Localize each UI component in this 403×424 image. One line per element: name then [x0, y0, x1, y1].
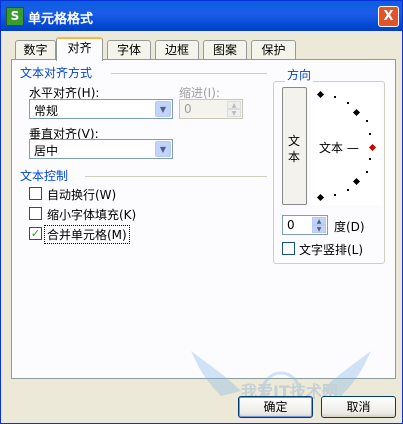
tab-font[interactable]: 字体 [107, 40, 151, 59]
orientation-group-label: 方向 [285, 66, 314, 83]
dial-minor-tick [369, 158, 371, 160]
dial-minor-tick [334, 96, 336, 98]
horizontal-align-select[interactable]: 常规 ▼ [29, 99, 173, 119]
text-control-group-divider [85, 176, 267, 177]
tab-alignment[interactable]: 对齐 [56, 37, 103, 61]
dial-minor-tick [334, 194, 336, 196]
wrap-text-label[interactable]: 自动换行(W) [47, 186, 116, 203]
dial-text: 文本 — [319, 141, 359, 155]
app-icon: S [6, 7, 24, 26]
merge-cells-label[interactable]: 合并单元格(M) [44, 225, 130, 244]
dial-minor-tick [347, 102, 349, 104]
degrees-value: 0 [287, 218, 295, 232]
indent-value: 0 [184, 102, 192, 116]
dial-major-tick [316, 193, 325, 202]
dial-minor-tick [366, 171, 368, 173]
title-bar[interactable]: S 单元格格式 X [1, 1, 402, 31]
degrees-stepper[interactable]: 0 ▲ ▼ [282, 215, 328, 235]
tab-border[interactable]: 边框 [155, 40, 199, 59]
spin-up-icon[interactable]: ▲ [312, 217, 326, 225]
chevron-down-icon[interactable]: ▼ [155, 101, 171, 117]
dial-marker[interactable] [368, 143, 377, 152]
vertical-text-char: 本 [288, 150, 301, 164]
dial-minor-tick [366, 120, 368, 122]
window-title: 单元格格式 [28, 12, 94, 27]
tab-number[interactable]: 数字 [15, 40, 56, 59]
spin-up-icon: ▲ [227, 101, 241, 109]
degrees-label: 度(D) [334, 220, 365, 234]
text-control-group-label: 文本控制 [20, 169, 69, 183]
orientation-dial[interactable]: 文本 — [311, 87, 381, 205]
shrink-to-fit-checkbox[interactable] [29, 207, 42, 220]
dial-minor-tick [347, 189, 349, 191]
indent-stepper: 0 ▲ ▼ [179, 99, 243, 119]
dial-minor-tick [369, 133, 371, 135]
tab-protection[interactable]: 保护 [251, 40, 296, 59]
dial-major-tick [352, 108, 361, 117]
dial-major-tick [352, 177, 361, 186]
cancel-button[interactable]: 取消 [321, 396, 396, 418]
horizontal-align-value: 常规 [34, 104, 59, 118]
dial-major-tick [316, 90, 325, 99]
vertical-arrange-label[interactable]: 文字竖排(L) [299, 241, 363, 258]
alignment-group-divider [111, 73, 267, 74]
wrap-text-checkbox[interactable] [29, 187, 42, 200]
merge-cells-checkbox[interactable]: ✓ [29, 227, 42, 240]
spin-down-icon: ▼ [227, 109, 241, 117]
format-cells-dialog: S 单元格格式 X 数字 对齐 字体 边框 图案 保护 文本对齐方式 水平对齐(… [0, 0, 403, 424]
shrink-to-fit-label[interactable]: 缩小字体填充(K) [47, 206, 136, 223]
tab-pattern[interactable]: 图案 [203, 40, 247, 59]
vertical-arrange-checkbox[interactable] [282, 242, 295, 255]
vertical-text-button[interactable]: 文 本 [282, 87, 307, 205]
ok-button[interactable]: 确定 [238, 396, 313, 418]
spin-down-icon[interactable]: ▼ [312, 225, 326, 233]
close-button[interactable]: X [378, 6, 399, 27]
vertical-align-value: 居中 [34, 144, 59, 158]
vertical-text-char: 文 [288, 134, 301, 148]
chevron-down-icon[interactable]: ▼ [155, 141, 171, 157]
vertical-align-select[interactable]: 居中 ▼ [29, 139, 173, 159]
alignment-group-label: 文本对齐方式 [20, 66, 93, 80]
